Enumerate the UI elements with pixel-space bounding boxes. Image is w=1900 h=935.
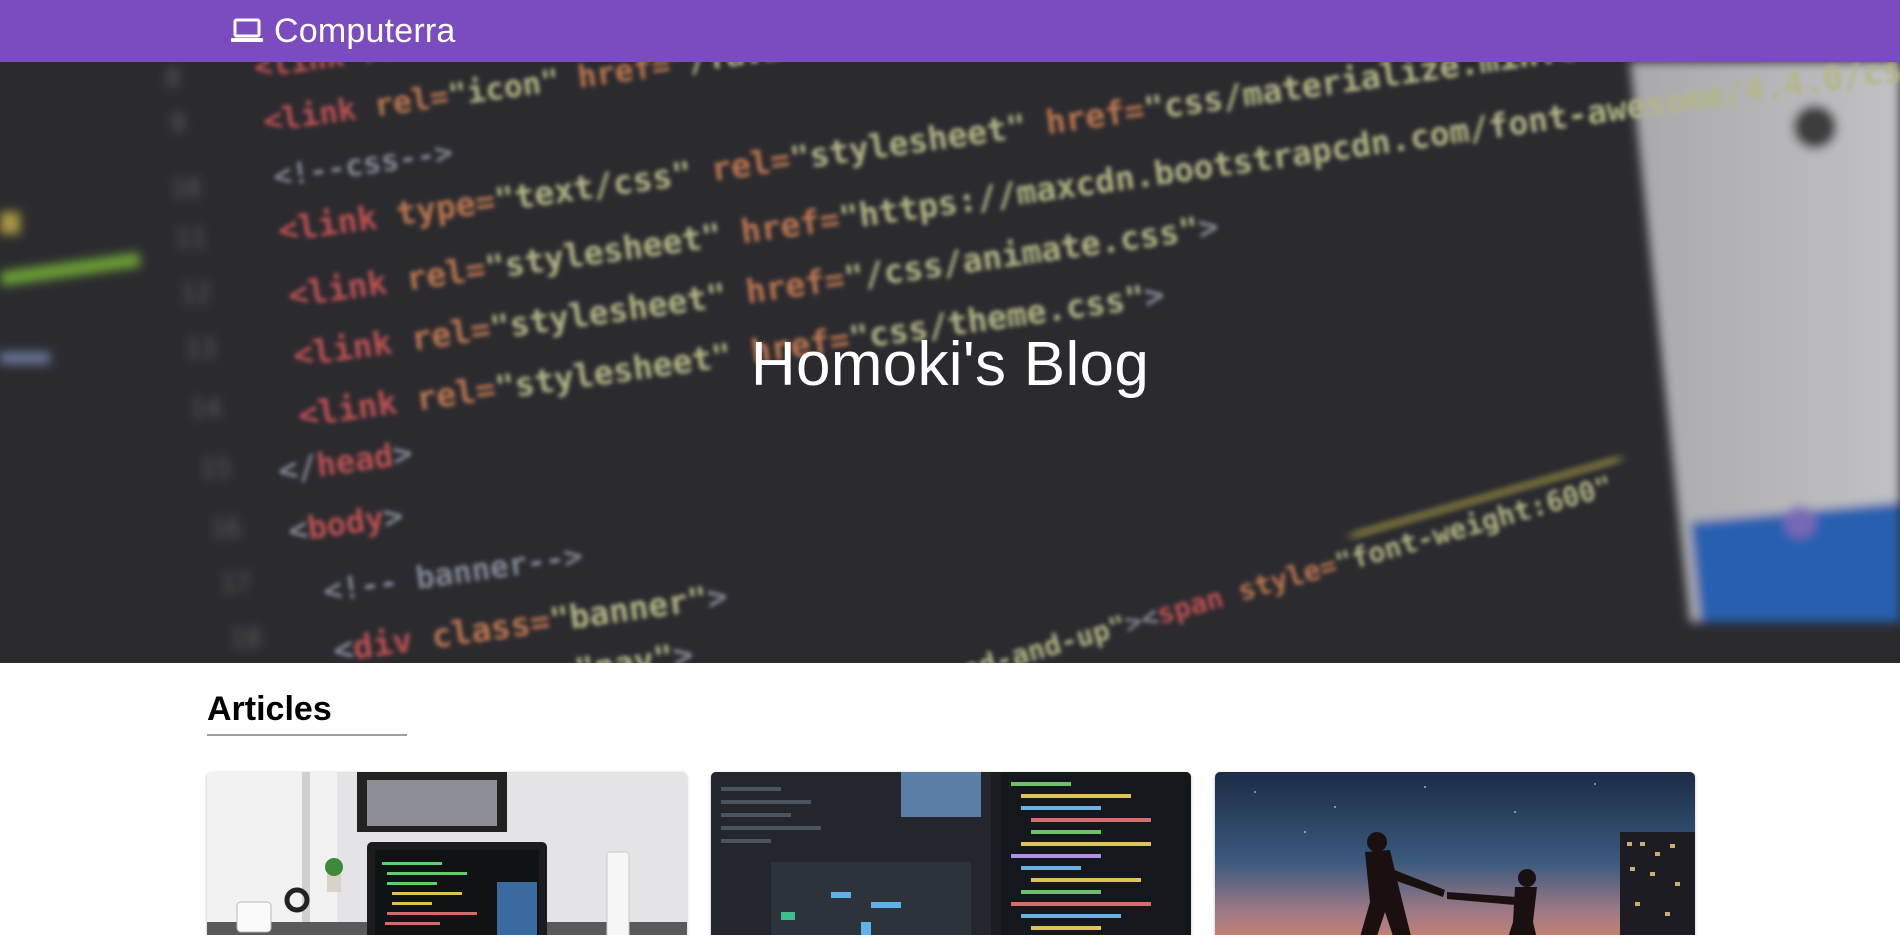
brand-link[interactable]: Computerra <box>230 12 456 50</box>
silhouettes-at-dusk-image <box>1215 772 1695 935</box>
hero-title: Homoki's Blog <box>750 330 1150 399</box>
laptop-on-desk-image <box>207 772 687 935</box>
top-navbar: Computerra <box>0 0 1900 62</box>
hero-banner: 8910 111213 141516 1718 <link rel="short… <box>0 62 1900 663</box>
articles-section: Articles <box>207 690 1695 935</box>
article-card-1[interactable] <box>207 772 687 935</box>
articles-heading: Articles <box>207 690 407 736</box>
code-editor-monitors-image <box>711 772 1191 935</box>
article-cards <box>207 772 1695 935</box>
brand-name: Computerra <box>274 11 456 50</box>
laptop-icon <box>231 18 263 42</box>
article-card-3[interactable] <box>1215 772 1695 935</box>
article-card-2[interactable] <box>711 772 1191 935</box>
